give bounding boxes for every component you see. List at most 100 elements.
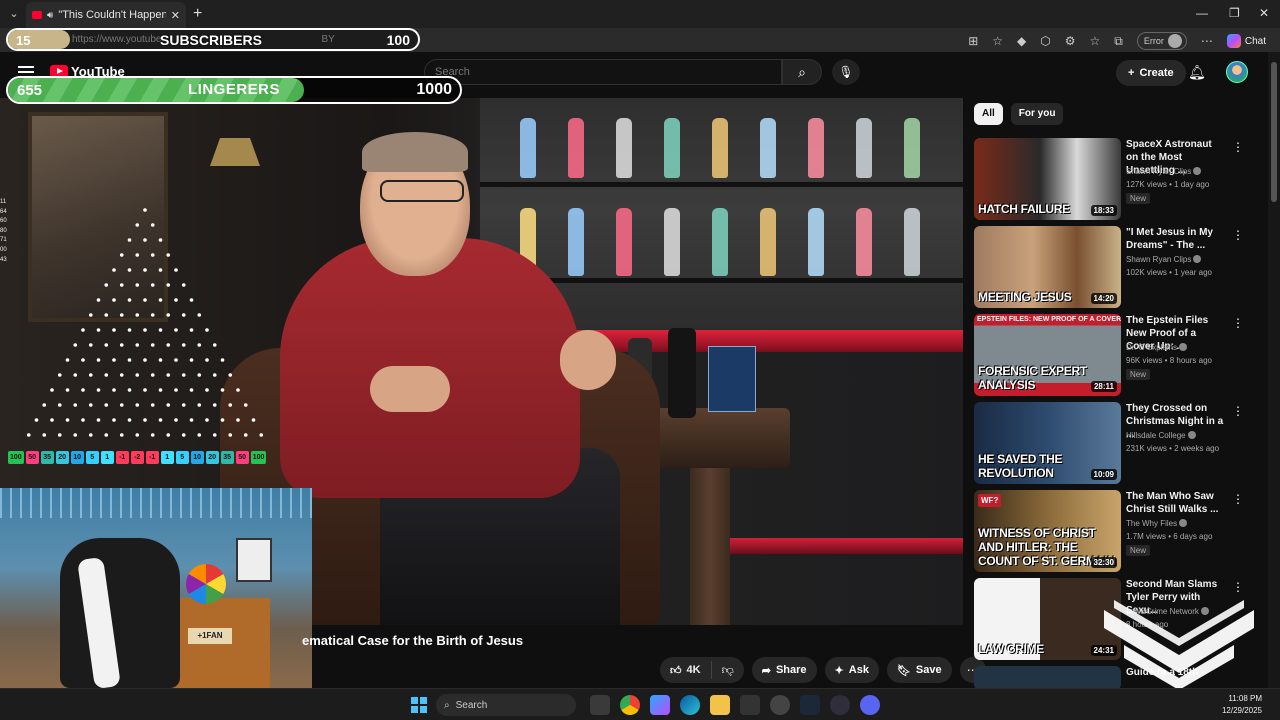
app-icon[interactable]	[770, 695, 790, 715]
more-options-icon[interactable]: ⋮	[1232, 580, 1244, 594]
recommendation-thumbnail[interactable]: WF? WITNESS OF CHRIST AND HITLER: THE COU…	[974, 490, 1121, 572]
plinko-peg	[65, 358, 70, 362]
tab-list-chevron-icon[interactable]: ⌄	[6, 6, 22, 22]
collections-icon[interactable]: ⧉	[1114, 34, 1123, 49]
taskbar-search[interactable]: ⌕ Search	[436, 694, 576, 716]
profile-error-button[interactable]: Error	[1136, 32, 1187, 50]
more-options-icon[interactable]: ⋮	[1232, 228, 1244, 242]
recommendation-meta: 102K views • 1 year ago	[1126, 268, 1212, 277]
recommendation-title[interactable]: "I Met Jesus in My Dreams" - The ...	[1126, 226, 1226, 252]
plinko-peg	[42, 403, 47, 407]
capcut-icon[interactable]	[740, 695, 760, 715]
webcam-fan-sign: +1FAN	[188, 628, 232, 644]
recommendation-thumbnail[interactable]: EPSTEIN FILES: NEW PROOF OF A COVER-UP FO…	[974, 314, 1121, 396]
save-button[interactable]: 🔖︎ Save	[886, 657, 952, 683]
more-options-icon[interactable]: ⋮	[1232, 140, 1244, 154]
audio-playing-icon[interactable]: 🔊︎	[47, 10, 53, 21]
plinko-peg	[65, 388, 70, 392]
plinko-peg	[73, 343, 78, 347]
plinko-peg	[50, 418, 54, 422]
discord-icon[interactable]	[860, 695, 880, 715]
plinko-peg	[96, 328, 101, 332]
video-scene-table	[640, 408, 790, 468]
video-scene-glasses	[380, 180, 464, 202]
close-window-icon[interactable]: ✕	[1259, 6, 1269, 20]
task-view-icon[interactable]	[590, 695, 610, 715]
recommendation-item[interactable]: WF? WITNESS OF CHRIST AND HITLER: THE COU…	[974, 490, 1264, 578]
copilot-app-icon[interactable]	[650, 695, 670, 715]
favorite-star-icon[interactable]: ☆	[992, 34, 1003, 48]
recommendation-thumbnail[interactable]: HE SAVED THE REVOLUTION 10:09	[974, 402, 1121, 484]
browser-tab-active[interactable]: 🔊︎ "This Couldn't Happen by Ch ✕	[26, 2, 186, 28]
video-scene-bottle	[616, 118, 632, 178]
plinko-slot: 50	[235, 451, 249, 464]
recommendation-channel[interactable]: Shawn Ryan Clips	[1126, 255, 1202, 264]
plinko-peg	[143, 358, 147, 362]
extension-icon[interactable]: ⬡	[1040, 34, 1050, 48]
recommendation-item[interactable]: HATCH FAILURE 18:33 SpaceX Astronaut on th…	[974, 138, 1264, 226]
recommendation-item[interactable]: MEETING JESUS 14:20 "I Met Jesus in My Dre…	[974, 226, 1264, 314]
chip-for-you[interactable]: For you	[1010, 103, 1064, 125]
recommendation-channel[interactable]: Hillsdale College	[1126, 431, 1196, 440]
extension-diamond-icon[interactable]: ◆	[1017, 34, 1026, 48]
page-scrollbar[interactable]	[1268, 52, 1280, 688]
video-scene-bottle	[808, 118, 824, 178]
verified-check-icon	[1187, 431, 1196, 439]
recommendation-meta: 127K views • 1 day ago	[1126, 180, 1210, 189]
edge-icon[interactable]	[680, 695, 700, 715]
user-avatar[interactable]	[1226, 61, 1248, 83]
plinko-peg	[143, 298, 147, 302]
copilot-chat-button[interactable]: Chat	[1226, 34, 1266, 48]
restore-icon[interactable]: ❐	[1229, 6, 1240, 20]
favorites-icon[interactable]: ☆	[1090, 34, 1101, 48]
windows-start-icon[interactable]	[411, 697, 427, 713]
plinko-peg	[181, 343, 186, 347]
recommendation-item[interactable]: HE SAVED THE REVOLUTION 10:09 They Crossed…	[974, 402, 1264, 490]
subscribers-label: SUBSCRIBERS	[160, 32, 262, 48]
app-available-icon[interactable]: ⊞	[968, 34, 978, 48]
plinko-peg	[197, 343, 202, 347]
system-clock[interactable]: 11:08 PM 12/29/2025	[1222, 693, 1262, 717]
more-options-icon[interactable]: ⋮	[1232, 316, 1244, 330]
notifications-bell-icon[interactable]: 🔔︎	[1188, 64, 1206, 81]
minimize-icon[interactable]: —	[1196, 6, 1208, 20]
plinko-peg	[228, 403, 233, 407]
file-explorer-icon[interactable]	[710, 695, 730, 715]
plinko-peg	[26, 433, 31, 437]
plinko-peg	[228, 433, 233, 437]
recommendation-thumbnail[interactable]: HATCH FAILURE 18:33	[974, 138, 1121, 220]
close-tab-icon[interactable]: ✕	[171, 9, 180, 22]
plinko-peg	[243, 403, 248, 407]
search-button[interactable]: ⌕	[782, 59, 822, 85]
taskbar-apps	[590, 695, 880, 715]
plinko-slot: 35	[220, 451, 234, 464]
recommendation-thumbnail[interactable]: MEETING JESUS 14:20	[974, 226, 1121, 308]
youtube-favicon-icon	[32, 11, 42, 19]
create-button[interactable]: + Create	[1116, 60, 1186, 86]
video-scene-bottle	[712, 118, 728, 178]
more-options-icon[interactable]: ⋮	[1232, 404, 1244, 418]
recommendation-title[interactable]: The Man Who Saw Christ Still Walks ...	[1126, 490, 1226, 516]
share-button[interactable]: ➦ Share	[751, 657, 817, 683]
webcam-string-lights	[0, 488, 312, 518]
voice-search-mic-icon[interactable]: 🎙︎	[832, 59, 860, 85]
lingerers-goal: 1000	[416, 81, 452, 98]
recommendation-channel[interactable]: Dr. G Explains	[1126, 343, 1188, 352]
chip-all[interactable]: All	[974, 103, 1003, 125]
new-tab-icon[interactable]: +	[193, 5, 202, 23]
recommendation-channel[interactable]: Shawn Ryan Clips	[1126, 167, 1202, 176]
dislike-button[interactable]: 👎︎	[712, 663, 744, 678]
video-scene-hand	[370, 366, 450, 412]
search-input[interactable]: Search	[424, 59, 782, 85]
recommendation-item[interactable]: EPSTEIN FILES: NEW PROOF OF A COVER-UP FO…	[974, 314, 1264, 402]
ask-button[interactable]: ✦ Ask	[824, 657, 879, 683]
recommendation-channel[interactable]: The Why Files	[1126, 519, 1188, 528]
chrome-icon[interactable]	[620, 695, 640, 715]
more-menu-icon[interactable]: ⋯	[1201, 34, 1213, 48]
more-options-icon[interactable]: ⋮	[1232, 492, 1244, 506]
obs-icon[interactable]	[830, 695, 850, 715]
scrollbar-thumb[interactable]	[1271, 62, 1277, 202]
steam-icon[interactable]	[800, 695, 820, 715]
like-button[interactable]: 👍︎ 4K	[660, 661, 712, 679]
extensions-puzzle-icon[interactable]: ⚙	[1065, 34, 1076, 48]
